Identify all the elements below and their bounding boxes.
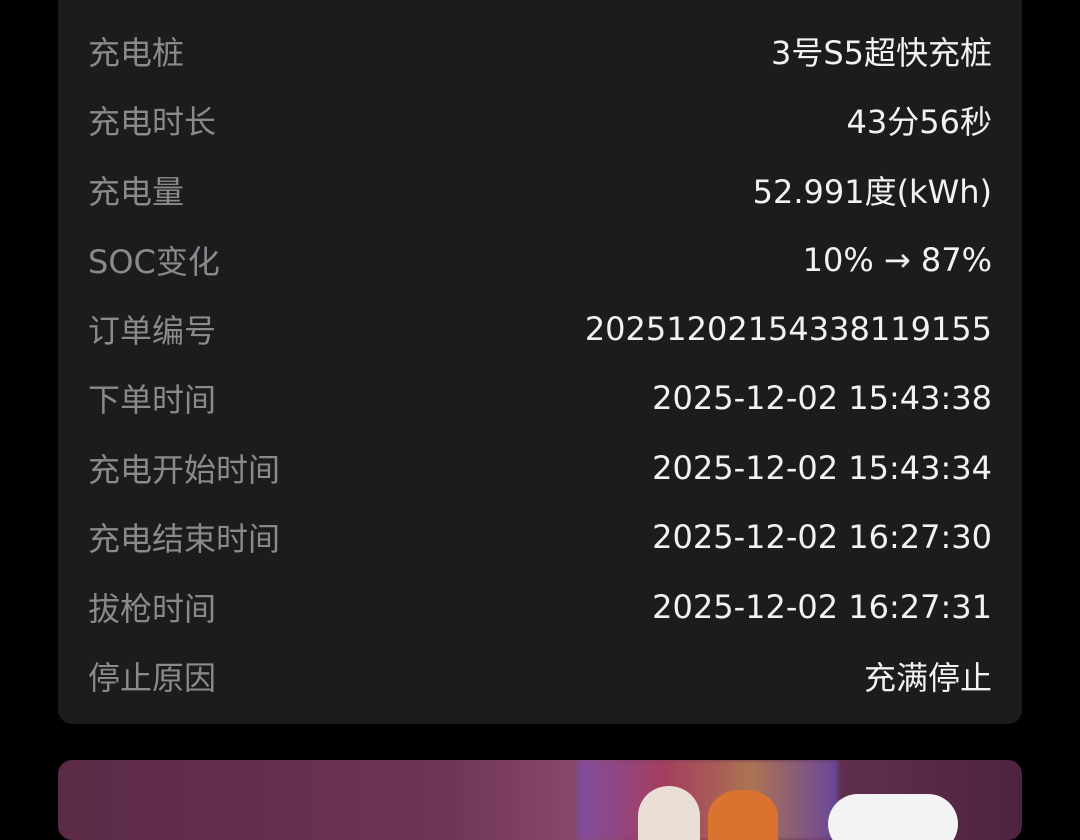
detail-row-duration: 充电时长 43分56秒	[88, 92, 992, 148]
detail-value[interactable]: 20251202154338119155	[585, 310, 992, 348]
banner-figure-image	[638, 786, 700, 840]
detail-row-soc: SOC变化 10% → 87%	[88, 232, 992, 288]
detail-value: 2025-12-02 16:27:31	[652, 588, 992, 626]
detail-row-charger: 充电桩 3号S5超快充桩	[88, 23, 992, 79]
detail-row-unplug-time: 拔枪时间 2025-12-02 16:27:31	[88, 579, 992, 635]
banner-action-button[interactable]	[828, 794, 958, 840]
detail-row-end-time: 充电结束时间 2025-12-02 16:27:30	[88, 509, 992, 565]
detail-value: 2025-12-02 16:27:30	[652, 518, 992, 556]
detail-value: 10% → 87%	[802, 241, 992, 279]
detail-value: 2025-12-02 15:43:34	[652, 449, 992, 487]
detail-label: SOC变化	[88, 243, 220, 281]
detail-row-stop-reason: 停止原因 充满停止	[88, 648, 992, 704]
detail-label: 充电开始时间	[88, 451, 281, 489]
detail-value: 3号S5超快充桩	[770, 34, 992, 72]
promo-banner[interactable]	[58, 760, 1022, 840]
detail-label: 充电量	[88, 173, 185, 211]
detail-label: 充电桩	[88, 34, 185, 72]
detail-row-energy: 充电量 52.991度(kWh)	[88, 162, 992, 218]
detail-value: 43分56秒	[846, 103, 992, 141]
detail-row-order-number: 订单编号 20251202154338119155	[88, 301, 992, 357]
detail-row-start-time: 充电开始时间 2025-12-02 15:43:34	[88, 440, 992, 496]
detail-label: 充电时长	[88, 103, 217, 141]
detail-label: 下单时间	[88, 381, 217, 419]
banner-mascot-image	[708, 790, 778, 840]
order-details-card: 充电桩 3号S5超快充桩 充电时长 43分56秒 充电量 52.991度(kWh…	[58, 0, 1022, 724]
detail-label: 拔枪时间	[88, 590, 217, 628]
detail-value: 52.991度(kWh)	[752, 173, 992, 211]
detail-row-order-time: 下单时间 2025-12-02 15:43:38	[88, 370, 992, 426]
detail-label: 订单编号	[88, 312, 217, 350]
detail-label: 停止原因	[88, 659, 217, 697]
detail-value: 2025-12-02 15:43:38	[652, 379, 992, 417]
detail-value: 充满停止	[863, 659, 992, 697]
detail-label: 充电结束时间	[88, 520, 281, 558]
